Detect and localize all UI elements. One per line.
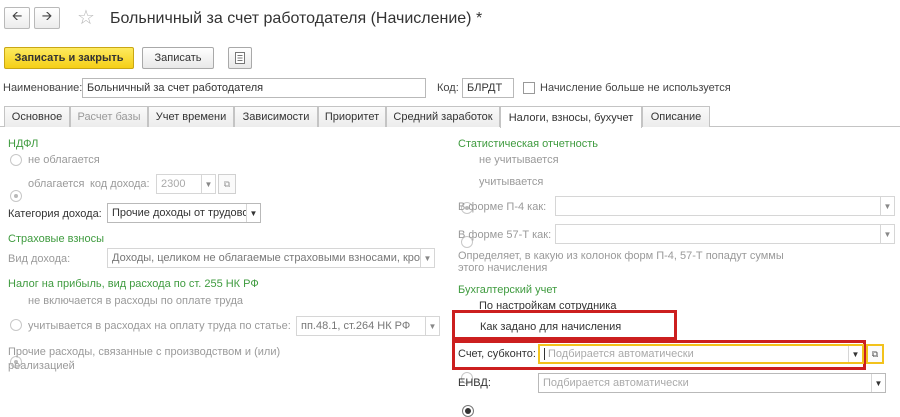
statistics-note: Определяет, в какую из колонок форм П-4,…: [458, 250, 784, 274]
open-form-icon: ⧉: [223, 178, 231, 189]
chevron-down-icon: ▼: [246, 204, 260, 222]
save-and-close-button[interactable]: Записать и закрыть: [4, 47, 134, 69]
ndfl-not-taxed-radio[interactable]: [10, 154, 22, 166]
income-category-label: Категория дохода:: [8, 208, 102, 220]
tab-taxes[interactable]: Налоги, взносы, бухучет: [500, 106, 642, 128]
chevron-down-icon: ▼: [420, 249, 434, 267]
not-used-checkbox[interactable]: [523, 82, 535, 94]
tab-dependencies[interactable]: Зависимости: [234, 106, 318, 127]
income-category-select[interactable]: Прочие доходы от трудовой ▼: [107, 203, 261, 223]
save-button[interactable]: Записать: [142, 47, 214, 69]
tab-average-earnings[interactable]: Средний заработок: [386, 106, 500, 127]
ndfl-heading: НДФЛ: [8, 138, 39, 150]
open-income-code-button[interactable]: ⧉: [218, 174, 236, 194]
page-title: Больничный за счет работодателя (Начисле…: [110, 10, 483, 27]
chevron-down-icon: ▼: [201, 175, 215, 193]
expense-included-label: учитывается в расходах на оплату труда п…: [28, 320, 291, 332]
income-code-select[interactable]: 2300 ▼: [156, 174, 216, 194]
document-list-icon: [235, 52, 245, 64]
f57-select[interactable]: ▼: [555, 224, 895, 244]
other-expenses-text: Прочие расходы, связанные с производство…: [8, 346, 281, 372]
expense-article-select[interactable]: пп.48.1, ст.264 НК РФ ▼: [296, 316, 440, 336]
envd-input[interactable]: Подбирается автоматически ▼: [538, 373, 886, 393]
tab-priority[interactable]: Приоритет: [318, 106, 386, 127]
ndfl-taxed-radio[interactable]: [10, 190, 22, 202]
name-input[interactable]: Больничный за счет работодателя: [82, 78, 426, 98]
arrow-right-icon: 🡪: [41, 8, 53, 23]
code-label: Код:: [437, 82, 459, 94]
tab-time-tracking[interactable]: Учет времени: [148, 106, 234, 127]
ndfl-taxed-label: облагается: [28, 178, 85, 190]
profit-tax-heading: Налог на прибыль, вид расхода по ст. 255…: [8, 278, 259, 290]
tab-description[interactable]: Описание: [642, 106, 710, 127]
income-type-label: Вид дохода:: [8, 253, 71, 265]
expense-excluded-radio[interactable]: [10, 319, 22, 331]
expense-excluded-label: не включается в расходы по оплате труда: [28, 295, 244, 307]
arrow-left-icon: 🡨: [11, 8, 23, 23]
ndfl-not-taxed-label: не облагается: [28, 154, 100, 166]
statistics-heading: Статистическая отчетность: [458, 138, 599, 150]
account-input[interactable]: Подбирается автоматически ▼: [538, 344, 864, 364]
accounting-heading: Бухгалтерский учет: [458, 284, 558, 296]
tab-base-calc[interactable]: Расчет базы: [70, 106, 148, 127]
text-cursor: [544, 348, 545, 360]
stat-counted-label: учитывается: [479, 176, 544, 188]
income-type-select[interactable]: Доходы, целиком не облагаемые страховыми…: [107, 248, 435, 268]
code-input[interactable]: БЛРДТ: [462, 78, 514, 98]
account-label: Счет, субконто:: [458, 348, 536, 360]
forward-button[interactable]: 🡪: [34, 7, 60, 29]
envd-label: ЕНВД:: [458, 377, 491, 389]
chevron-down-icon: ▼: [871, 374, 885, 392]
insurance-heading: Страховые взносы: [8, 233, 104, 245]
p4-label: В форме П-4 как:: [458, 201, 547, 213]
not-used-label: Начисление больше не используется: [540, 82, 731, 94]
chevron-down-icon: ▼: [848, 346, 862, 362]
p4-select[interactable]: ▼: [555, 196, 895, 216]
name-label: Наименование:: [3, 82, 83, 94]
chevron-down-icon: ▼: [880, 225, 894, 243]
chevron-down-icon: ▼: [880, 197, 894, 215]
back-button[interactable]: 🡨: [4, 7, 30, 29]
tab-main[interactable]: Основное: [4, 106, 70, 127]
income-code-label: код дохода:: [90, 178, 150, 190]
star-icon[interactable]: ☆: [77, 8, 95, 28]
as-set-label: Как задано для начисления: [480, 321, 622, 333]
open-form-icon: ⧉: [871, 348, 879, 359]
stat-not-counted-label: не учитывается: [479, 154, 559, 166]
f57-label: В форме 57-Т как:: [458, 229, 552, 241]
report-button[interactable]: [228, 47, 252, 69]
open-account-button[interactable]: ⧉: [866, 344, 884, 364]
chevron-down-icon: ▼: [425, 317, 439, 335]
